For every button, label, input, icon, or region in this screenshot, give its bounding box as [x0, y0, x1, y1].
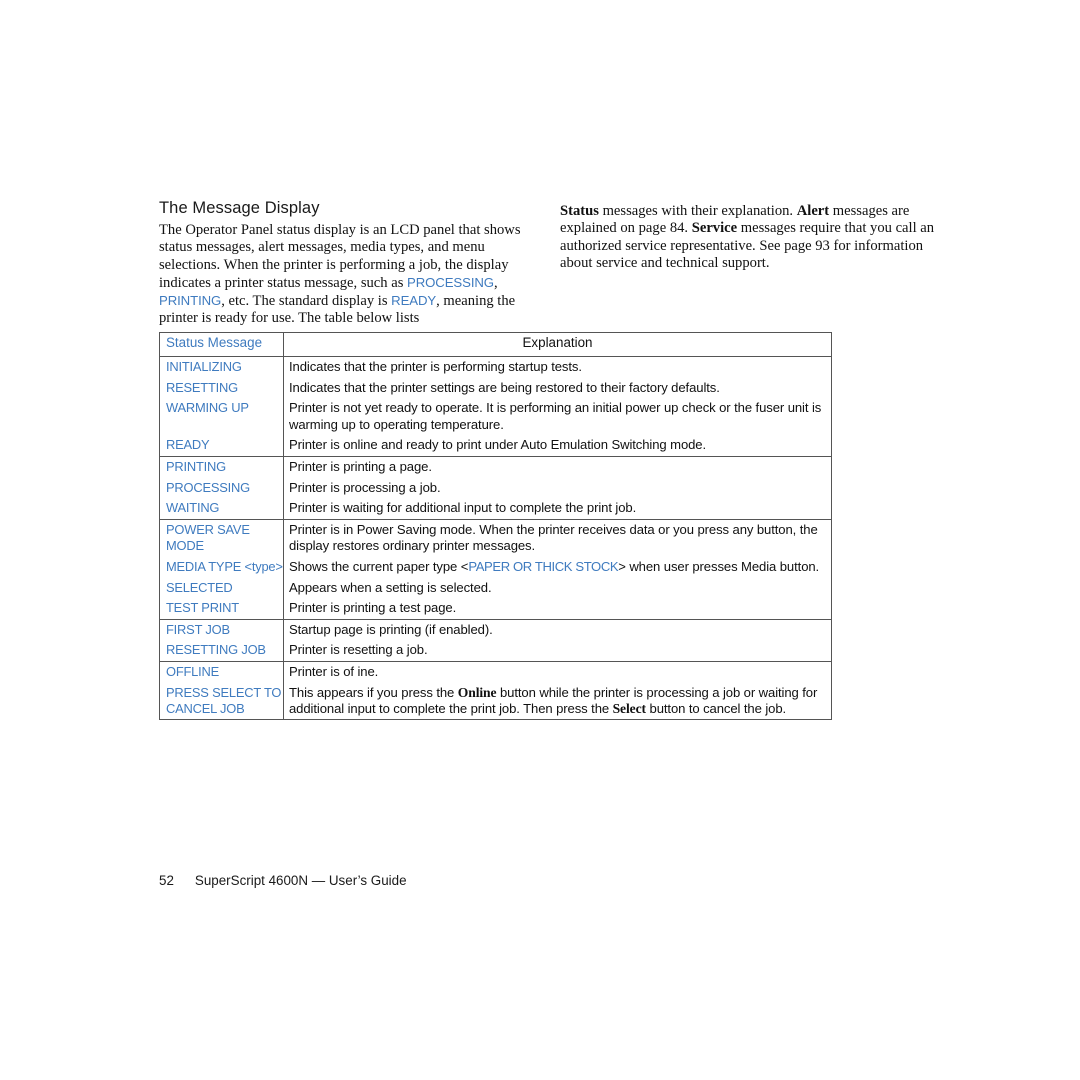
intro-left-text-part2: , etc. The standard display is [221, 293, 392, 310]
explanation-cell: Shows the current paper type <PAPER OR T… [283, 557, 832, 578]
explanation-cell: This appears if you press the Online but… [283, 683, 832, 720]
explanation-cell: Printer is online and ready to print und… [289, 437, 707, 453]
explanation-text-pre: This appears if you press the [289, 684, 458, 700]
explanation-cell: Indicates that the printer settings are … [289, 379, 720, 395]
column-header-status-message: Status Message [166, 335, 263, 350]
status-message-cell: OFFLINE [166, 663, 220, 679]
table-row: POWER SAVE MODE Printer is in Power Savi… [159, 520, 832, 557]
explanation-text-post: > when user presses Media button. [618, 558, 820, 574]
table-group: INITIALIZING Indicates that the printer … [159, 357, 832, 457]
lcd-label-ready: READY [391, 293, 437, 309]
page-footer: 52 SuperScript 4600N — User’s Guide [159, 873, 407, 888]
status-message-cell: MEDIA TYPE <type> [166, 558, 283, 574]
status-message-cell: INITIALIZING [166, 359, 242, 374]
explanation-cell: Printer is printing a page. [289, 458, 432, 474]
intro-right-bold-alert: Alert [796, 203, 830, 219]
status-message-cell: RESETTING [166, 379, 238, 395]
footer-page-number: 52 [159, 873, 174, 888]
explanation-cell: Printer is not yet ready to operate. It … [289, 400, 822, 432]
explanation-bold-online: Online [457, 684, 497, 700]
table-row: PRINTING Printer is printing a page. [159, 457, 832, 478]
status-message-cell: TEST PRINT [166, 600, 239, 616]
explanation-cell: Printer is in Power Saving mode. When th… [289, 521, 818, 554]
explanation-cell: Printer is of ine. [289, 663, 379, 679]
status-message-cell: PRESS SELECT TO CANCEL JOB [166, 684, 282, 717]
explanation-cell: Indicates that the printer is performing… [289, 359, 582, 374]
table-group: FIRST JOB Startup page is printing (if e… [159, 620, 832, 662]
table-row: SELECTED Appears when a setting is selec… [159, 578, 832, 599]
table-row: WAITING Printer is waiting for additiona… [159, 498, 832, 519]
table-row: PRESS SELECT TO CANCEL JOB This appears … [159, 683, 832, 720]
document-page: The Message Display The Operator Panel s… [0, 0, 1080, 1080]
table-header-row: Status Message Explanation [159, 332, 832, 357]
intro-right-paragraph: Status messages with their explanation. … [560, 203, 935, 272]
status-message-cell: PROCESSING [166, 479, 250, 495]
table-row: RESETTING Indicates that the printer set… [159, 378, 832, 399]
table-row: RESETTING JOB Printer is resetting a job… [159, 640, 832, 661]
status-message-table: Status Message Explanation INITIALIZING … [159, 332, 832, 720]
table-row: INITIALIZING Indicates that the printer … [159, 357, 832, 378]
table-group: OFFLINE Printer is of ine. PRESS SELECT … [159, 662, 832, 720]
table-row: OFFLINE Printer is of ine. [159, 662, 832, 683]
lcd-label-processing: PROCESSING [407, 274, 494, 290]
explanation-text-pre: Shows the current paper type < [289, 558, 469, 574]
explanation-bold-select: Select [612, 701, 646, 717]
explanation-cell: Printer is waiting for additional input … [289, 500, 637, 516]
page-title: The Message Display [159, 199, 320, 217]
intro-left-separator: , [493, 274, 498, 291]
explanation-cell: Printer is printing a test page. [289, 600, 457, 616]
table-row: FIRST JOB Startup page is printing (if e… [159, 620, 832, 641]
status-message-cell: READY [166, 437, 210, 453]
table-row: MEDIA TYPE <type> Shows the current pape… [159, 557, 832, 578]
table-group: POWER SAVE MODE Printer is in Power Savi… [159, 520, 832, 620]
intro-left-paragraph: The Operator Panel status display is an … [159, 222, 524, 328]
lcd-label-paper-or-thick-stock: PAPER OR THICK STOCK [468, 558, 619, 574]
status-message-cell: WAITING [166, 500, 220, 516]
table-row: WARMING UP Printer is not yet ready to o… [159, 398, 832, 435]
explanation-cell: Startup page is printing (if enabled). [289, 621, 493, 637]
lcd-label-printing: PRINTING [159, 293, 222, 309]
column-header-explanation: Explanation [522, 335, 593, 350]
table-row: TEST PRINT Printer is printing a test pa… [159, 598, 832, 619]
table-group: PRINTING Printer is printing a page. PRO… [159, 457, 832, 520]
explanation-cell: Printer is resetting a job. [289, 642, 428, 658]
table-column-divider [283, 332, 284, 720]
intro-right-bold-status: Status [560, 203, 599, 219]
status-message-cell: SELECTED [166, 579, 233, 595]
table-row: READY Printer is online and ready to pri… [159, 435, 832, 456]
explanation-text-post: button to cancel the job. [645, 701, 787, 717]
table-row: PROCESSING Printer is processing a job. [159, 478, 832, 499]
explanation-cell: Printer is processing a job. [289, 479, 441, 495]
footer-document-title: SuperScript 4600N — User’s Guide [194, 873, 407, 888]
status-message-cell: WARMING UP [166, 400, 249, 416]
status-message-cell: RESETTING JOB [166, 642, 266, 658]
intro-right-text1: messages with their explanation. [598, 203, 797, 219]
status-message-cell: POWER SAVE MODE [166, 521, 250, 554]
intro-right-bold-service: Service [691, 220, 738, 237]
explanation-cell: Appears when a setting is selected. [289, 579, 492, 595]
status-message-cell: PRINTING [166, 458, 226, 474]
status-message-cell: FIRST JOB [166, 621, 230, 637]
